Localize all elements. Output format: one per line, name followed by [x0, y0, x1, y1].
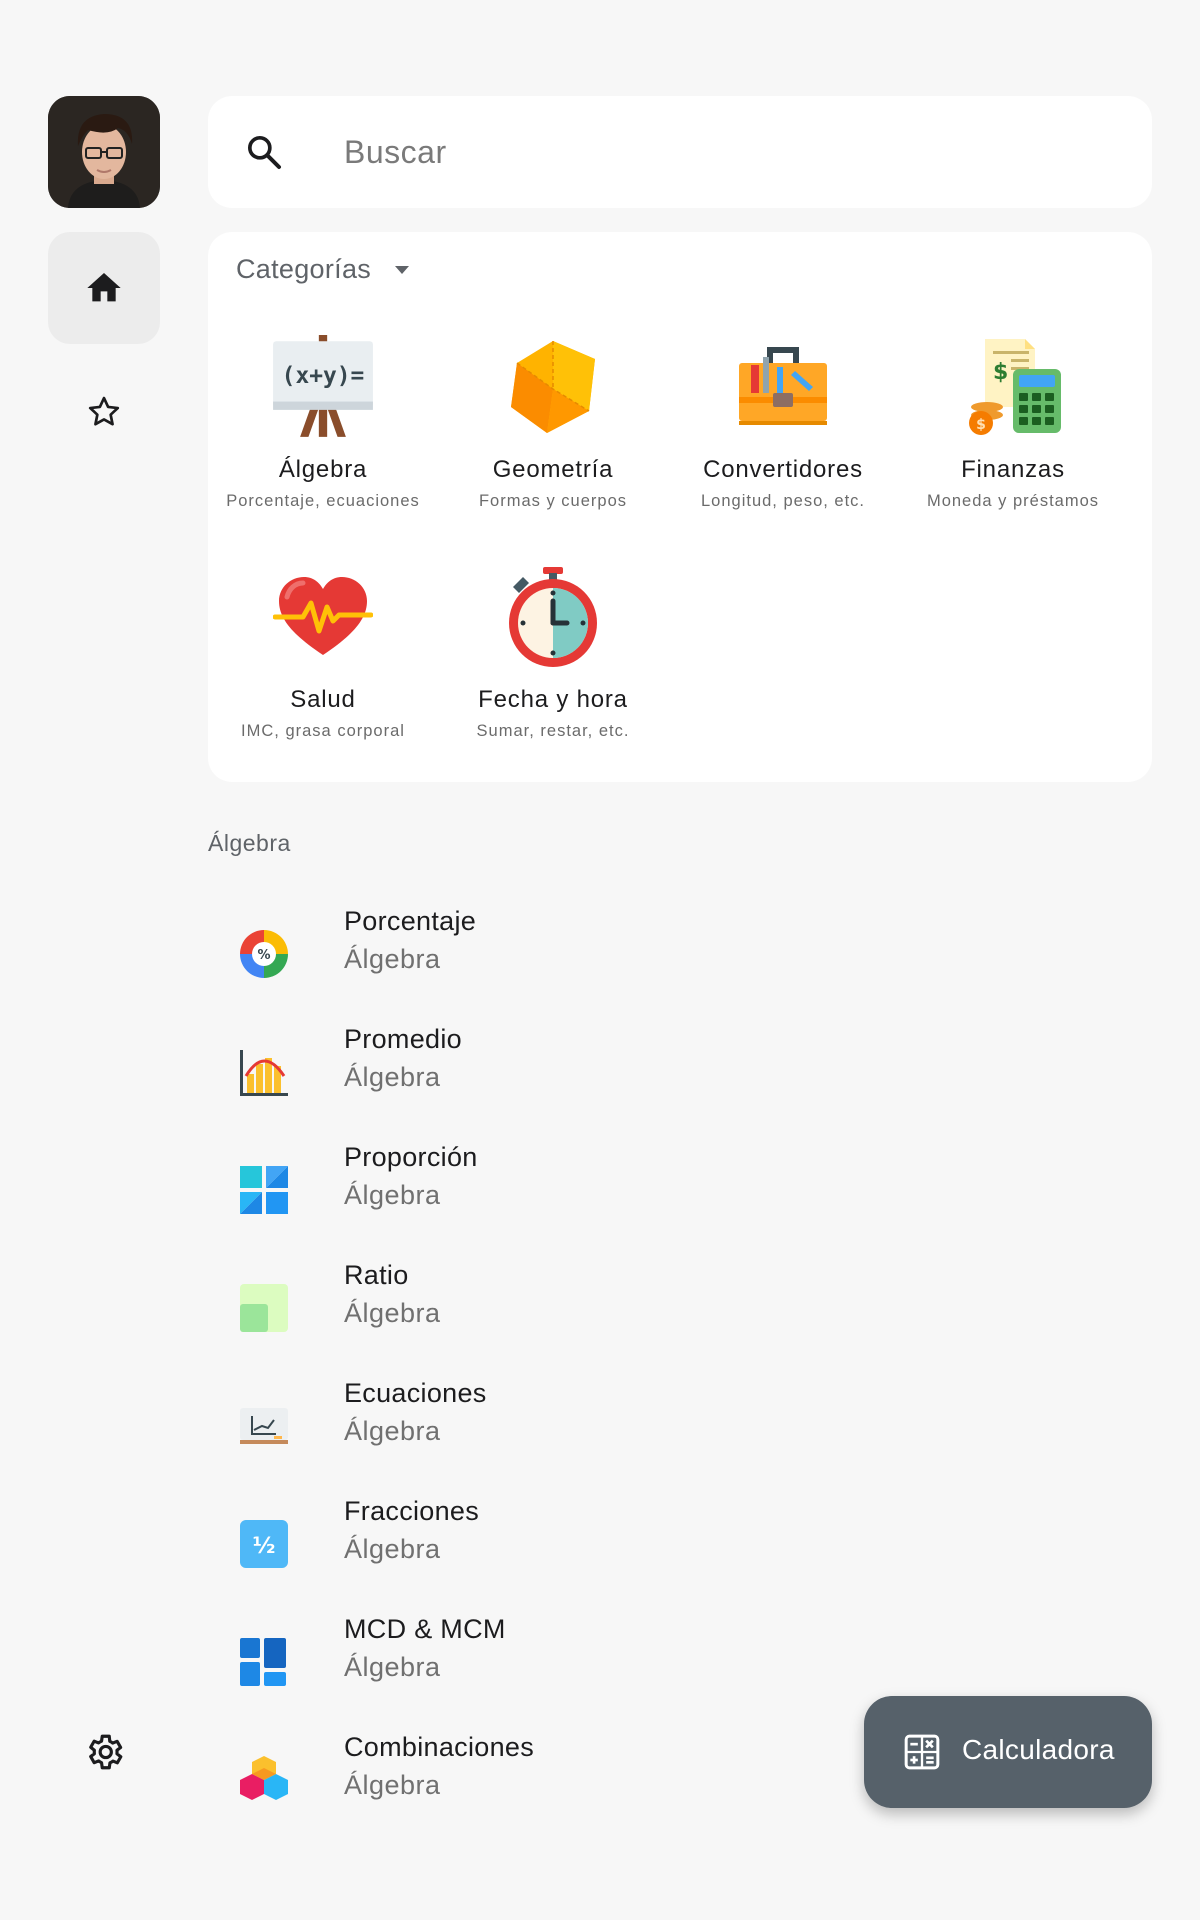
settings-button[interactable] — [48, 1696, 160, 1808]
finance-calculator-icon: $ $ — [969, 339, 1061, 435]
gcd-lcm-blocks-icon — [240, 1638, 286, 1686]
navigation-rail — [0, 0, 200, 1920]
item-title: MCD & MCM — [344, 1614, 506, 1644]
average-chart-icon — [240, 1050, 288, 1096]
category-subtitle: Formas y cuerpos — [478, 492, 628, 510]
list-item-combinations[interactable]: Combinaciones Álgebra — [208, 1724, 808, 1834]
category-converters[interactable]: Convertidores Longitud, peso, etc. — [668, 332, 898, 511]
gear-icon — [89, 1734, 123, 1770]
list-item-gcd-lcm[interactable]: MCD & MCM Álgebra — [208, 1606, 808, 1716]
svg-text:$: $ — [993, 360, 1008, 385]
search-bar[interactable] — [208, 96, 1152, 208]
list-item-ratio[interactable]: Ratio Álgebra — [208, 1252, 808, 1362]
item-subtitle: Álgebra — [344, 1770, 441, 1800]
caret-down-icon — [395, 265, 410, 274]
fab-label: Calculadora — [962, 1734, 1115, 1765]
svg-text:$: $ — [976, 417, 986, 433]
star-icon — [88, 396, 120, 426]
home-button[interactable] — [48, 232, 160, 344]
item-title: Ratio — [344, 1260, 409, 1290]
combination-cubes-icon — [240, 1756, 288, 1800]
category-subtitle: Porcentaje, ecuaciones — [226, 492, 420, 510]
search-icon — [247, 136, 281, 169]
svg-text:%: % — [257, 948, 270, 963]
item-subtitle: Álgebra — [344, 1416, 441, 1446]
svg-text:(x+y)=: (x+y)= — [282, 363, 365, 389]
item-subtitle: Álgebra — [344, 1298, 441, 1328]
item-subtitle: Álgebra — [344, 1062, 441, 1092]
section-title: Álgebra — [208, 830, 291, 856]
categories-title: Categorías — [236, 254, 372, 284]
item-subtitle: Álgebra — [344, 1534, 441, 1564]
favorites-button[interactable] — [48, 356, 160, 468]
category-algebra[interactable]: (x+y)= Álgebra Porcentaje, ecuaciones — [208, 332, 438, 511]
item-title: Ecuaciones — [344, 1378, 487, 1408]
equation-board-icon — [240, 1408, 288, 1444]
list-item-percentage[interactable]: % Porcentaje Álgebra — [208, 898, 808, 1008]
item-subtitle: Álgebra — [344, 944, 441, 974]
item-title: Promedio — [344, 1024, 462, 1054]
category-name: Salud — [290, 686, 356, 713]
list-item-average[interactable]: Promedio Álgebra — [208, 1016, 808, 1126]
category-name: Fecha y hora — [478, 686, 628, 713]
category-name: Convertidores — [703, 456, 863, 483]
avatar[interactable] — [48, 96, 160, 208]
item-subtitle: Álgebra — [344, 1652, 441, 1682]
category-name: Álgebra — [278, 456, 368, 483]
category-geometry[interactable]: Geometría Formas y cuerpos — [438, 332, 668, 511]
svg-text:½: ½ — [253, 1534, 276, 1559]
categories-dropdown[interactable]: Categorías — [236, 254, 411, 285]
category-subtitle: IMC, grasa corporal — [241, 722, 405, 740]
item-title: Fracciones — [344, 1496, 480, 1526]
stopwatch-icon — [509, 567, 597, 667]
calculator-fab[interactable]: Calculadora — [864, 1696, 1152, 1808]
item-title: Porcentaje — [344, 906, 477, 936]
item-title: Proporción — [344, 1142, 478, 1172]
list-item-equations[interactable]: Ecuaciones Álgebra — [208, 1370, 808, 1480]
category-name: Finanzas — [961, 456, 1065, 483]
geometry-cube-icon — [511, 341, 595, 433]
proportion-grid-icon — [240, 1166, 288, 1214]
fraction-icon: ½ — [240, 1520, 288, 1568]
toolbox-icon — [739, 347, 827, 425]
home-icon — [87, 273, 121, 302]
heartbeat-icon — [273, 577, 373, 655]
search-input[interactable] — [344, 124, 1104, 180]
category-health[interactable]: Salud IMC, grasa corporal — [208, 562, 438, 741]
category-subtitle: Moneda y préstamos — [926, 492, 1100, 510]
category-subtitle: Longitud, peso, etc. — [700, 492, 866, 510]
category-subtitle: Sumar, restar, etc. — [476, 722, 630, 740]
item-subtitle: Álgebra — [344, 1180, 441, 1210]
categories-card: Categorías (x+y)= Álgebra Porcentaje, ec… — [208, 232, 1152, 782]
category-finance[interactable]: $ $ Finanzas Moneda y préstamos — [898, 332, 1128, 511]
percent-icon: % — [240, 930, 288, 978]
list-item-fractions[interactable]: ½ Fracciones Álgebra — [208, 1488, 808, 1598]
calculator-icon — [904, 1734, 940, 1770]
ratio-squares-icon — [240, 1284, 288, 1332]
category-name: Geometría — [492, 456, 614, 483]
category-date-time[interactable]: Fecha y hora Sumar, restar, etc. — [438, 562, 668, 741]
item-title: Combinaciones — [344, 1732, 534, 1762]
list-item-proportion[interactable]: Proporción Álgebra — [208, 1134, 808, 1244]
algebra-easel-icon: (x+y)= — [273, 335, 373, 437]
